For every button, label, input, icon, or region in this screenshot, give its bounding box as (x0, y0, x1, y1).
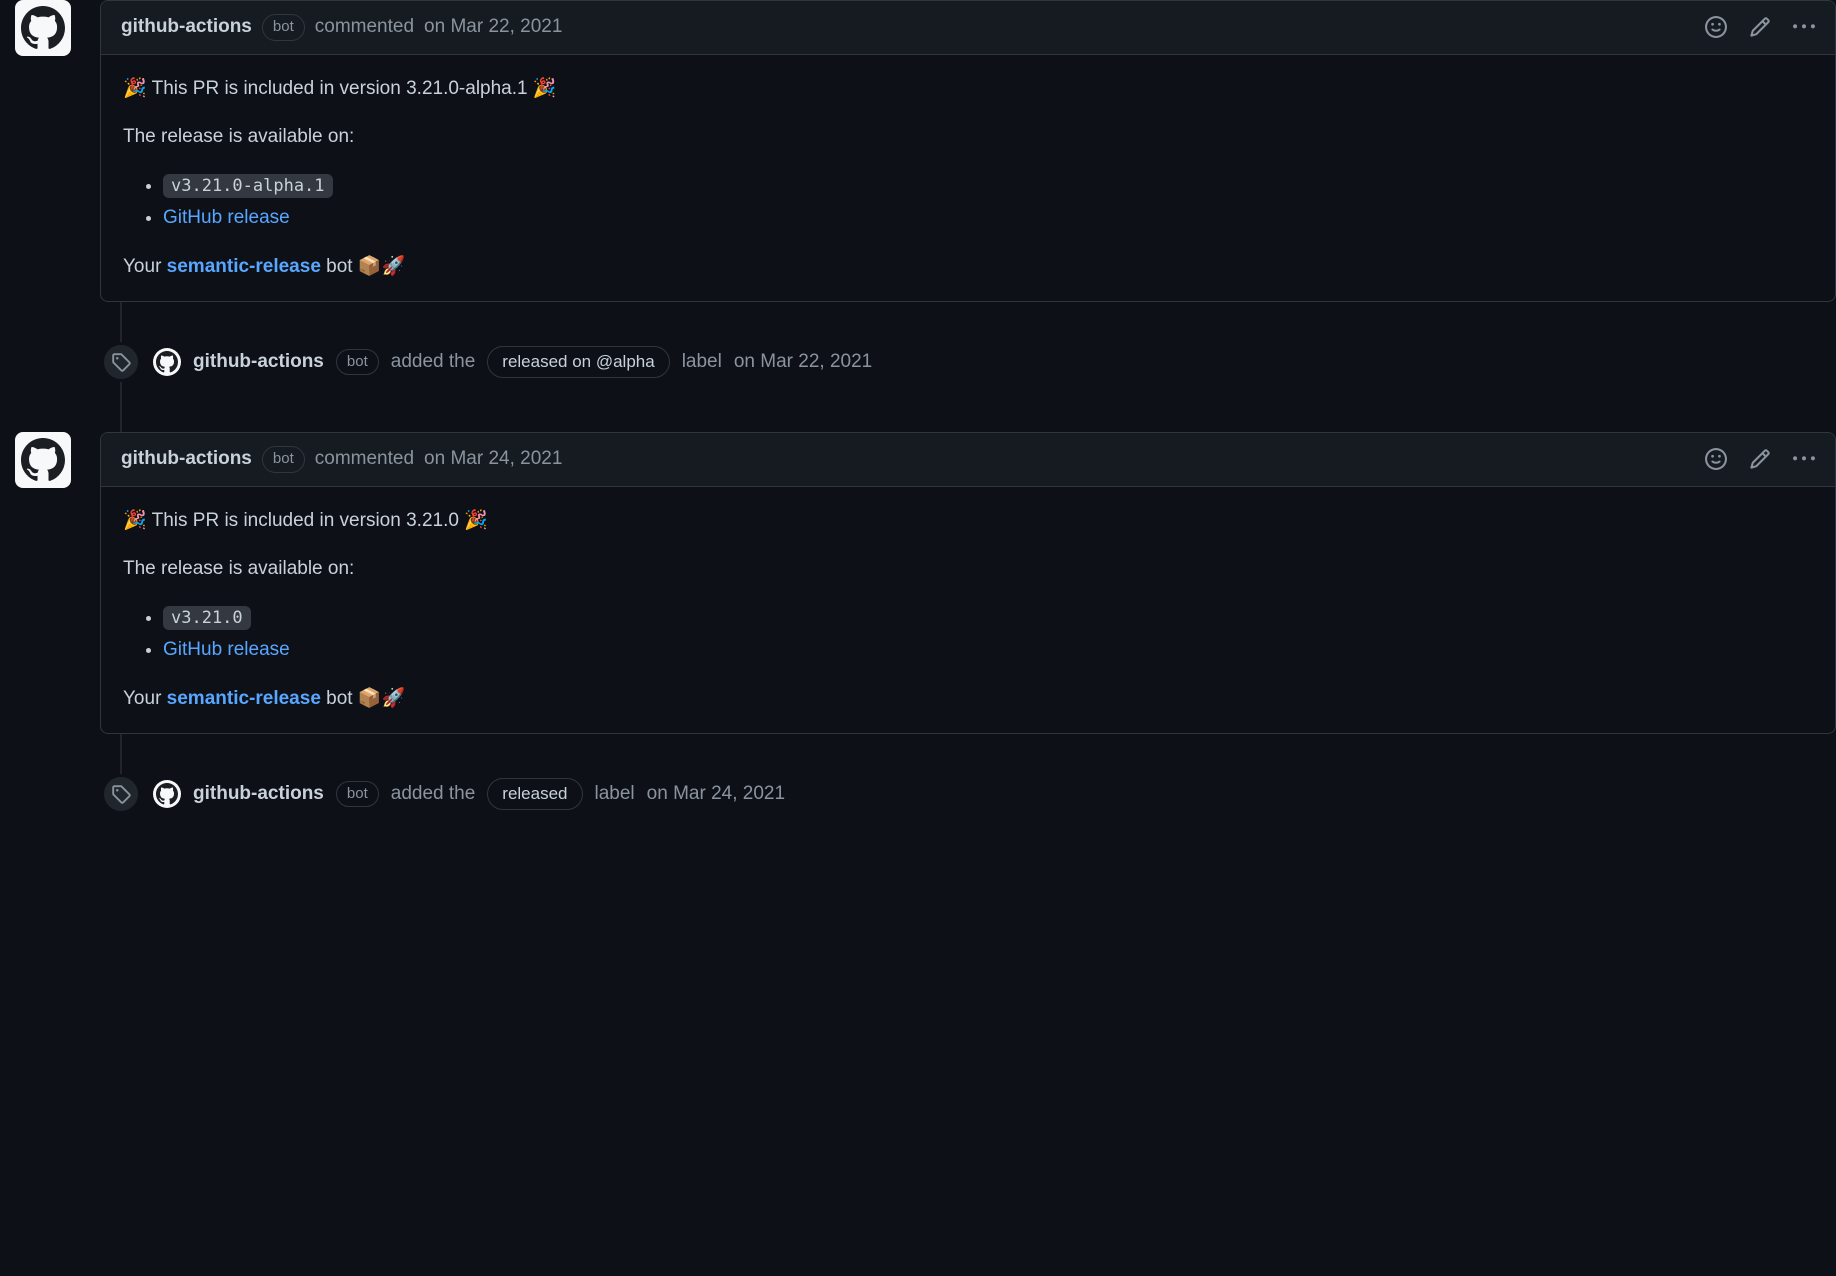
event-date[interactable]: on Mar 22, 2021 (734, 348, 872, 377)
comment-action: commented (315, 445, 414, 474)
comment-item: github-actions bot commented on Mar 24, … (110, 432, 1836, 734)
body-text: bot 📦🚀 (321, 688, 405, 709)
event-author[interactable]: github-actions (193, 780, 324, 809)
event-badge (101, 342, 141, 382)
kebab-icon[interactable] (1793, 16, 1815, 38)
author-avatar[interactable] (15, 0, 71, 56)
body-text: 🎉 This PR is included in version (123, 510, 406, 531)
label-chip[interactable]: released on @alpha (487, 346, 669, 378)
event-badge (101, 774, 141, 814)
author-avatar[interactable] (15, 432, 71, 488)
timeline-event: github-actions bot added the released la… (110, 774, 1836, 814)
comment-container: github-actions bot commented on Mar 24, … (100, 432, 1836, 734)
body-text: Your (123, 688, 167, 709)
comment-header: github-actions bot commented on Mar 24, … (101, 433, 1835, 487)
comment-author[interactable]: github-actions (121, 13, 252, 42)
comment-action: commented (315, 13, 414, 42)
list-item: GitHub release (163, 204, 1813, 233)
comment-container: github-actions bot commented on Mar 22, … (100, 0, 1836, 302)
comment-body: 🎉 This PR is included in version 3.21.0 … (101, 487, 1835, 734)
body-version: 3.21.0 (406, 510, 459, 531)
bot-badge: bot (262, 14, 305, 41)
github-mark-icon (156, 783, 178, 805)
github-mark-icon (21, 438, 65, 482)
comment-date[interactable]: on Mar 24, 2021 (424, 445, 562, 474)
event-verb: added the (391, 348, 476, 377)
bot-badge: bot (336, 781, 379, 808)
tag-icon (111, 784, 131, 804)
bot-badge: bot (262, 446, 305, 473)
body-text: bot 📦🚀 (321, 256, 405, 277)
event-suffix: label (682, 348, 722, 377)
semantic-release-link[interactable]: semantic-release (167, 256, 321, 277)
list-item: GitHub release (163, 636, 1813, 665)
body-text: Your (123, 256, 167, 277)
list-item: v3.21.0 (163, 604, 1813, 633)
event-author-avatar[interactable] (153, 348, 181, 376)
semantic-release-link[interactable]: semantic-release (167, 688, 321, 709)
comment-author[interactable]: github-actions (121, 445, 252, 474)
timeline-event: github-actions bot added the released on… (110, 342, 1836, 382)
github-mark-icon (21, 6, 65, 50)
body-text: The release is available on: (123, 123, 1813, 152)
smiley-icon[interactable] (1705, 16, 1727, 38)
body-text: 🎉 (528, 78, 557, 99)
github-release-link[interactable]: GitHub release (163, 207, 290, 228)
comment-date[interactable]: on Mar 22, 2021 (424, 13, 562, 42)
kebab-icon[interactable] (1793, 448, 1815, 470)
pencil-icon[interactable] (1749, 448, 1771, 470)
comment-header: github-actions bot commented on Mar 22, … (101, 1, 1835, 55)
version-tag-chip[interactable]: v3.21.0-alpha.1 (163, 174, 333, 198)
pencil-icon[interactable] (1749, 16, 1771, 38)
body-version: 3.21.0-alpha.1 (406, 78, 528, 99)
label-chip[interactable]: released (487, 778, 582, 810)
event-date[interactable]: on Mar 24, 2021 (647, 780, 785, 809)
event-suffix: label (595, 780, 635, 809)
list-item: v3.21.0-alpha.1 (163, 172, 1813, 201)
github-release-link[interactable]: GitHub release (163, 639, 290, 660)
tag-icon (111, 352, 131, 372)
body-text: 🎉 (459, 510, 488, 531)
github-mark-icon (156, 351, 178, 373)
event-verb: added the (391, 780, 476, 809)
smiley-icon[interactable] (1705, 448, 1727, 470)
bot-badge: bot (336, 349, 379, 376)
comment-item: github-actions bot commented on Mar 22, … (110, 0, 1836, 302)
comment-body: 🎉 This PR is included in version 3.21.0-… (101, 55, 1835, 302)
body-text: The release is available on: (123, 555, 1813, 584)
event-author-avatar[interactable] (153, 780, 181, 808)
event-author[interactable]: github-actions (193, 348, 324, 377)
body-text: 🎉 This PR is included in version (123, 78, 406, 99)
version-tag-chip[interactable]: v3.21.0 (163, 606, 251, 630)
